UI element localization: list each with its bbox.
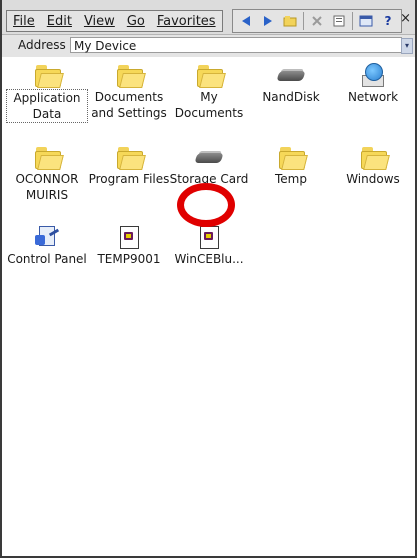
file-item-storage-card[interactable]: Storage Card xyxy=(168,145,250,187)
network-icon xyxy=(359,63,387,87)
menu-list: File Edit View Go Favorites xyxy=(6,10,223,32)
annotation-ring xyxy=(177,183,235,227)
up-folder-icon[interactable] xyxy=(280,12,300,30)
menu-favorites[interactable]: Favorites xyxy=(151,14,222,29)
toolbar-separator xyxy=(352,12,353,30)
toolbar: ? xyxy=(232,9,402,33)
disk-icon xyxy=(276,63,306,87)
file-item-label: My Documents xyxy=(174,90,244,120)
folder-icon xyxy=(115,63,146,88)
file-item-temp9001[interactable]: TEMP9001 xyxy=(88,225,170,267)
file-item-windows[interactable]: Windows xyxy=(332,145,414,187)
delete-icon[interactable] xyxy=(307,12,327,30)
file-item-oconnor-muiris[interactable]: OCONNOR MUIRIS xyxy=(6,145,88,203)
folder-icon xyxy=(115,145,146,170)
control-panel-icon xyxy=(33,225,61,249)
file-item-temp[interactable]: Temp xyxy=(250,145,332,187)
menu-edit[interactable]: Edit xyxy=(41,14,78,29)
file-list: Application Data Documents and Settings … xyxy=(2,57,415,554)
back-arrow-icon[interactable] xyxy=(236,12,256,30)
folder-icon xyxy=(195,63,226,88)
file-item-wincebluetooth[interactable]: WinCEBlu... xyxy=(168,225,250,267)
folder-icon xyxy=(33,63,64,88)
disk-icon xyxy=(194,145,224,169)
folder-icon xyxy=(33,145,64,170)
properties-icon[interactable] xyxy=(329,12,349,30)
help-icon[interactable]: ? xyxy=(378,12,398,30)
file-item-label: Program Files xyxy=(88,172,170,186)
file-item-label: NandDisk xyxy=(262,90,320,104)
file-item-documents-and-settings[interactable]: Documents and Settings xyxy=(88,63,170,121)
file-item-label: Documents and Settings xyxy=(91,90,167,120)
menu-view[interactable]: View xyxy=(78,14,121,29)
file-item-label: Windows xyxy=(346,172,400,186)
file-item-label: TEMP9001 xyxy=(97,252,161,266)
file-item-label: Temp xyxy=(275,172,307,186)
address-bar: Address My Device ▾ xyxy=(2,35,415,58)
address-field[interactable]: My Device xyxy=(70,37,402,53)
address-label: Address xyxy=(18,38,66,52)
help-label: ? xyxy=(384,14,392,28)
toolbar-separator xyxy=(303,12,304,30)
chevron-down-icon[interactable]: ▾ xyxy=(401,38,413,54)
folder-icon xyxy=(277,145,308,170)
view-icon[interactable] xyxy=(356,12,376,30)
menu-file[interactable]: File xyxy=(7,14,41,29)
file-item-my-documents[interactable]: My Documents xyxy=(168,63,250,121)
menu-go[interactable]: Go xyxy=(121,14,151,29)
forward-arrow-icon[interactable] xyxy=(258,12,278,30)
file-item-label: OCONNOR MUIRIS xyxy=(15,172,79,202)
address-value: My Device xyxy=(74,39,137,53)
file-item-program-files[interactable]: Program Files xyxy=(88,145,170,187)
file-item-application-data[interactable]: Application Data xyxy=(6,63,88,123)
file-item-control-panel[interactable]: Control Panel xyxy=(6,225,88,267)
menu-bar: File Edit View Go Favorites ? × xyxy=(2,0,415,35)
file-item-label: WinCEBlu... xyxy=(174,252,244,266)
file-item-label: Storage Card xyxy=(169,172,249,186)
file-item-nanddisk[interactable]: NandDisk xyxy=(250,63,332,105)
file-item-label: Application Data xyxy=(6,89,88,123)
program-icon xyxy=(195,225,223,249)
folder-icon xyxy=(359,145,390,170)
file-item-label: Control Panel xyxy=(7,252,87,266)
file-item-label: Network xyxy=(347,90,399,104)
close-icon[interactable]: × xyxy=(400,11,411,26)
program-icon xyxy=(115,225,143,249)
file-item-network[interactable]: Network xyxy=(332,63,414,105)
